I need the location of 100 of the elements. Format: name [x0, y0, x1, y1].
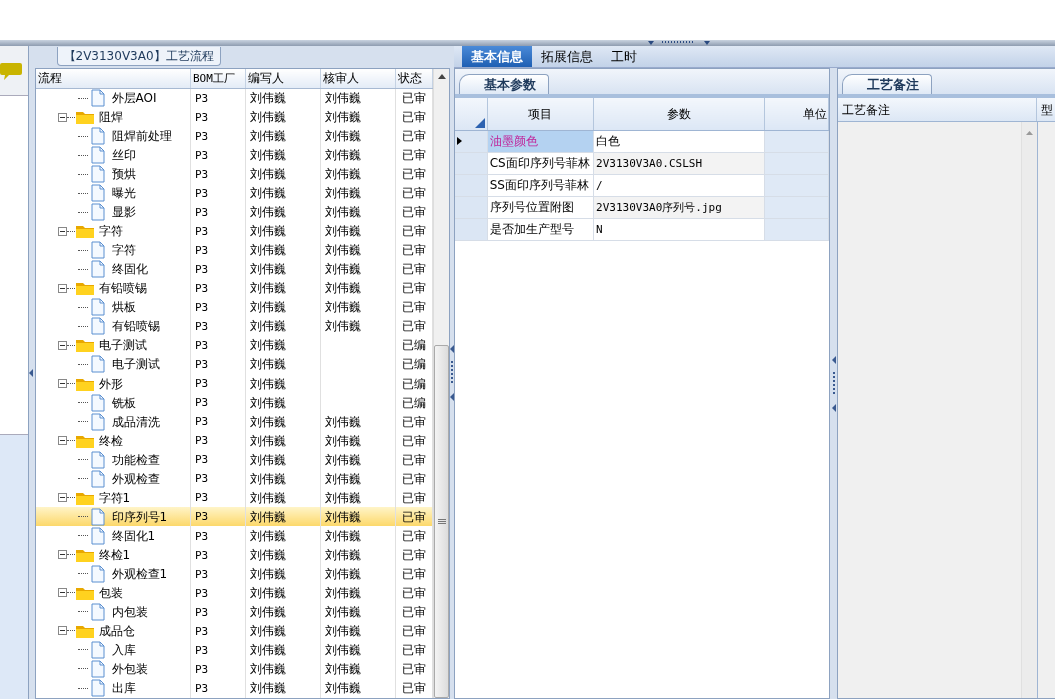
collapse-arrow-icon[interactable]: [450, 392, 454, 401]
tree-node-label[interactable]: 阻焊: [98, 108, 123, 127]
table-cell: 刘伟巍: [250, 91, 286, 105]
expander-icon[interactable]: [57, 626, 67, 636]
table-cell: 已审: [402, 129, 426, 144]
splitter-grip-icon[interactable]: [648, 40, 710, 46]
tree-node-label[interactable]: 终固化1: [111, 526, 156, 545]
table-cell: P3: [195, 682, 209, 695]
tree-node-label[interactable]: 出库: [111, 679, 136, 698]
tree-node-label[interactable]: 终检: [98, 431, 123, 450]
collapse-arrow-icon[interactable]: [831, 403, 836, 412]
table-cell[interactable]: 白色: [596, 134, 621, 148]
table-cell: 已审: [402, 566, 426, 581]
table-cell: 刘伟巍: [325, 604, 361, 619]
expander-icon[interactable]: [57, 588, 67, 598]
document-icon: [89, 393, 106, 412]
collapse-arrow-icon[interactable]: [450, 344, 454, 353]
table-cell: 刘伟巍: [250, 243, 286, 258]
panel-title[interactable]: 【2V3130V3A0】工艺流程: [56, 47, 221, 66]
tree-node-label[interactable]: 外包装: [111, 659, 148, 678]
expander-icon[interactable]: [57, 550, 67, 560]
tree-node-label[interactable]: 显影: [111, 203, 136, 222]
table-cell: 刘伟巍: [250, 566, 286, 581]
tree-node-label[interactable]: 外层AOI: [111, 89, 157, 107]
tree-node-label[interactable]: 功能检查: [111, 450, 160, 469]
column-header[interactable]: 参数: [666, 106, 691, 121]
table-cell: 已审: [402, 471, 426, 486]
tree-node-label[interactable]: 入库: [111, 640, 136, 659]
table-cell: P3: [195, 320, 209, 334]
table-cell: P3: [195, 244, 209, 258]
tree-node-label[interactable]: 电子测试: [98, 336, 147, 355]
table-cell: 已编: [402, 376, 426, 391]
expander-icon[interactable]: [57, 112, 67, 122]
tree-node-label[interactable]: 有铅喷锡: [98, 279, 147, 298]
table-cell: P3: [195, 434, 209, 448]
table-cell: 刘伟巍: [325, 205, 361, 220]
tree-node-label[interactable]: 内包装: [111, 602, 148, 621]
column-header[interactable]: 型: [1041, 103, 1053, 117]
panel-tab[interactable]: 工艺备注: [842, 74, 932, 94]
tree-node-label[interactable]: 铣板: [111, 393, 136, 412]
tree-node-label[interactable]: 字符1: [98, 488, 131, 507]
tree-node-label[interactable]: 烘板: [111, 298, 136, 317]
column-header[interactable]: 单位: [803, 106, 827, 121]
table-cell: 已审: [402, 186, 426, 201]
expander-icon[interactable]: [57, 283, 67, 293]
table-cell: SS面印序列号菲林: [489, 178, 589, 192]
scrollbar[interactable]: [433, 69, 449, 698]
table-cell: 刘伟巍: [250, 642, 286, 657]
column-header[interactable]: 工艺备注: [842, 103, 890, 117]
expander-icon[interactable]: [57, 379, 67, 388]
expander-icon[interactable]: [57, 436, 67, 446]
tree-node-label[interactable]: 字符: [111, 241, 136, 260]
column-header[interactable]: 流程: [37, 71, 62, 86]
document-icon: [89, 241, 106, 260]
expander-icon[interactable]: [57, 226, 67, 236]
tree-node-label[interactable]: 有铅喷锡: [111, 317, 160, 336]
table-cell: 已审: [402, 585, 426, 600]
table-cell: 刘伟巍: [325, 224, 361, 239]
table-cell: 刘伟巍: [325, 509, 361, 524]
tree-node-label[interactable]: 成品清洗: [111, 412, 160, 431]
tree-node-label[interactable]: 曝光: [111, 184, 136, 203]
tree-node-label[interactable]: 外观检查: [111, 469, 160, 488]
table-cell: 油墨颜色: [489, 134, 538, 148]
tree-node-label[interactable]: 字符: [98, 222, 123, 241]
table-cell: 已编: [402, 395, 426, 410]
tree-node-label[interactable]: 成品仓: [98, 621, 135, 640]
expander-icon[interactable]: [57, 493, 67, 503]
collapse-arrow-icon[interactable]: [29, 368, 34, 377]
collapse-arrow-icon[interactable]: [831, 355, 836, 364]
tree-node-label[interactable]: 电子测试: [111, 355, 160, 374]
tab[interactable]: 工时: [602, 46, 646, 67]
table-cell: P3: [195, 567, 209, 581]
document-icon: [89, 146, 106, 165]
expander-icon[interactable]: [57, 340, 67, 350]
tree-node-label[interactable]: 包装: [98, 583, 123, 602]
table-cell[interactable]: N: [596, 222, 603, 236]
document-icon: [89, 184, 106, 203]
table-cell: 刘伟巍: [250, 376, 286, 391]
table-cell: 刘伟巍: [325, 186, 361, 201]
column-header[interactable]: 项目: [528, 106, 553, 121]
tree-node-label[interactable]: 预烘: [111, 165, 136, 184]
tree-node-label[interactable]: 外观检查1: [111, 564, 168, 583]
table-cell[interactable]: /: [596, 178, 603, 192]
table-cell: P3: [195, 225, 209, 238]
table-cell: P3: [195, 91, 209, 105]
tab[interactable]: 拓展信息: [532, 46, 602, 67]
tree-node-label[interactable]: 终固化: [111, 260, 148, 279]
panel-tab[interactable]: 基本参数: [459, 74, 549, 94]
table-cell: P3: [195, 358, 209, 372]
tree-node-label[interactable]: 丝印: [111, 146, 136, 165]
splitter-grip-icon[interactable]: [832, 371, 835, 396]
tree-node-label[interactable]: 阻焊前处理: [111, 127, 172, 146]
table-cell: 已审: [402, 642, 426, 657]
table-cell: 刘伟巍: [250, 300, 286, 315]
table-cell: 已审: [402, 110, 426, 125]
table-cell: 是否加生产型号: [489, 222, 574, 236]
tree-node-label[interactable]: 终检1: [98, 545, 131, 564]
tab[interactable]: 基本信息: [462, 46, 532, 67]
tree-node-label[interactable]: 外形: [98, 374, 123, 393]
table-cell: 已审: [402, 319, 426, 334]
